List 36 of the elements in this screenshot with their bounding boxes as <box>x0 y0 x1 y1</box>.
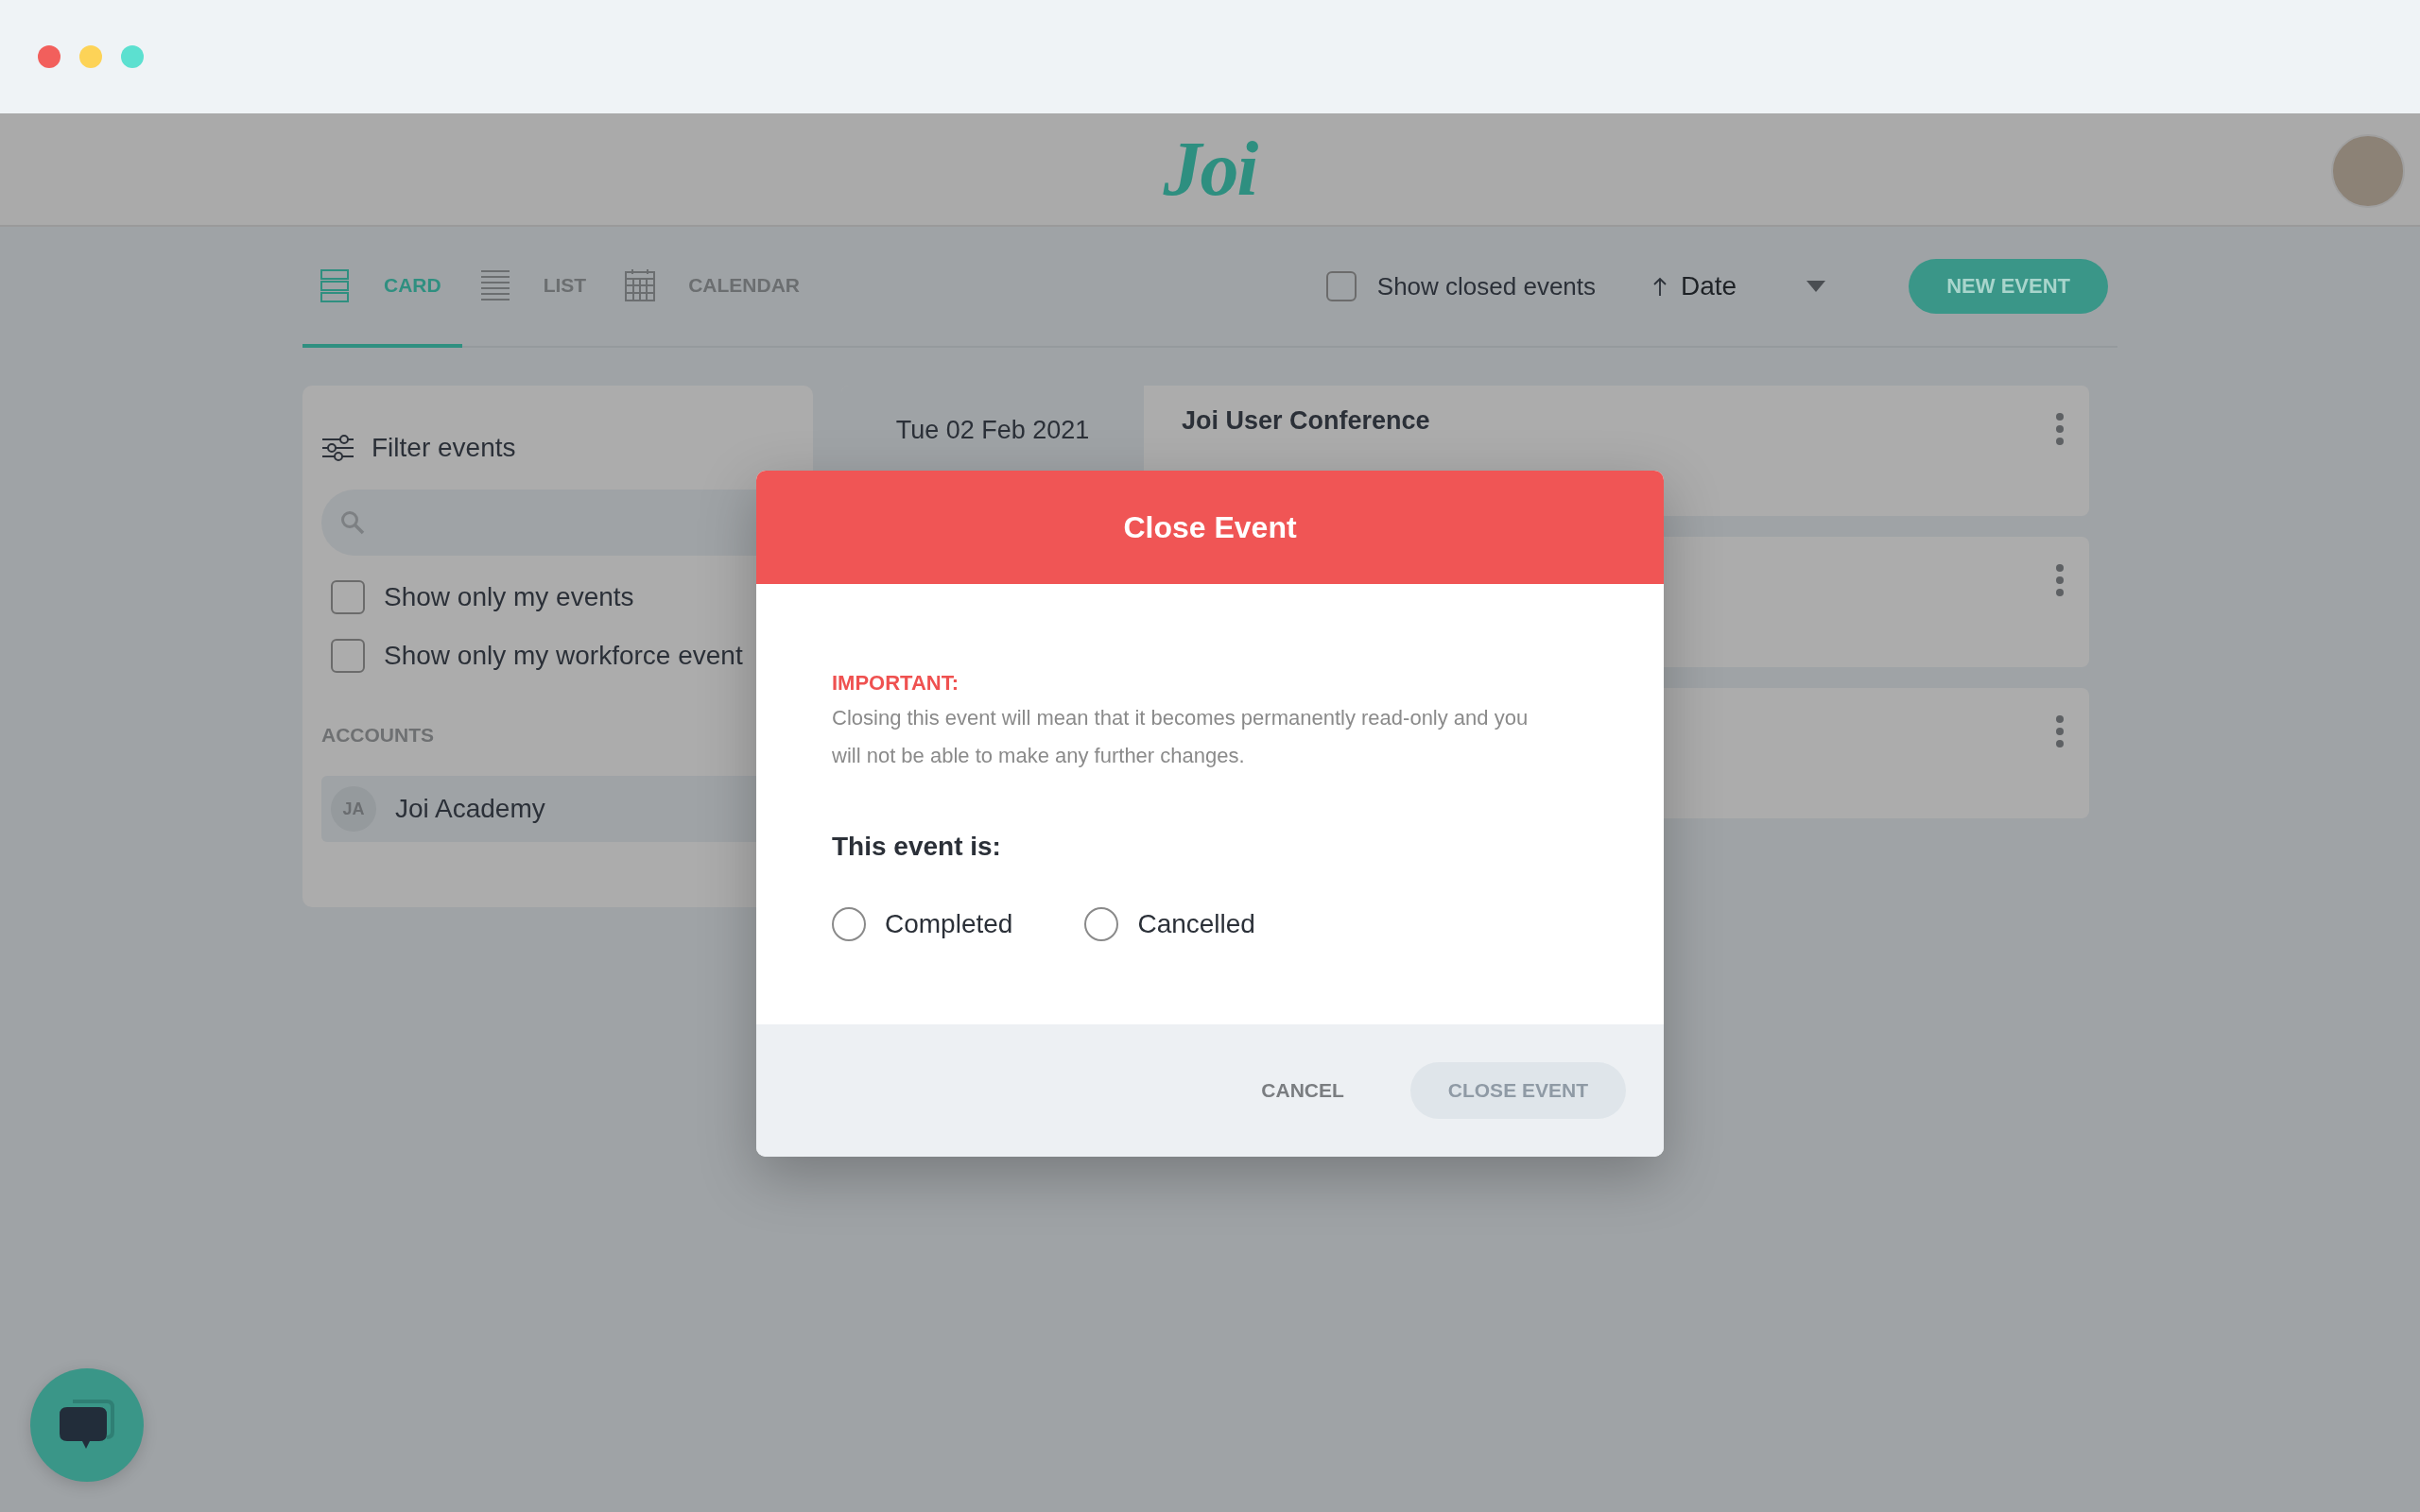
search-icon <box>340 510 365 535</box>
view-tab[interactable]: CARD <box>302 227 462 348</box>
sort-field[interactable]: Date <box>1681 271 1737 301</box>
sliders-icon <box>321 435 354 461</box>
more-menu-icon[interactable] <box>2055 714 2065 748</box>
account-name: Joi Academy <box>395 794 545 824</box>
radio-label: Completed <box>885 909 1013 939</box>
radio-button[interactable] <box>832 907 866 941</box>
filter-title: Filter events <box>372 433 516 463</box>
window-control-button[interactable] <box>38 45 60 68</box>
event-title: Joi User Conference <box>1181 405 1431 437</box>
warning-label: IMPORTANT: <box>832 671 960 696</box>
dropdown-caret-icon[interactable] <box>1806 281 1826 292</box>
dialog-title: Close Event <box>756 471 1664 584</box>
window-control-button[interactable] <box>121 45 144 68</box>
app-logo[interactable]: Joi <box>1163 125 1257 214</box>
more-menu-icon[interactable] <box>2055 563 2065 597</box>
section-heading: ACCOUNTS <box>321 724 435 747</box>
filter-checkbox[interactable] <box>331 639 365 673</box>
radio-button[interactable] <box>1084 907 1119 941</box>
question-label: This event is: <box>832 832 1002 862</box>
list-icon <box>478 268 511 302</box>
checkbox-label: Show only my events <box>384 582 634 612</box>
checkbox-label: Show closed events <box>1376 271 1597 301</box>
warning-text: Closing this event will mean that it becomes permanently read-only and you will not be able to make any further changes. <box>832 705 1530 769</box>
cancel-button[interactable]: CANCEL <box>1223 1062 1382 1119</box>
calendar-icon <box>624 268 657 302</box>
chat-bubbles-icon[interactable] <box>60 1400 114 1451</box>
more-menu-icon[interactable] <box>2055 412 2065 446</box>
checkbox-label: Show only my workforce event <box>384 641 743 671</box>
stacked-rows-icon <box>320 268 352 302</box>
arrow-up-icon[interactable] <box>1652 276 1668 297</box>
show-closed-checkbox[interactable] <box>1325 271 1357 301</box>
new-event-button[interactable]: NEW EVENT <box>1909 259 2108 314</box>
radio-label: Cancelled <box>1137 909 1255 939</box>
filter-checkbox[interactable] <box>331 580 365 614</box>
